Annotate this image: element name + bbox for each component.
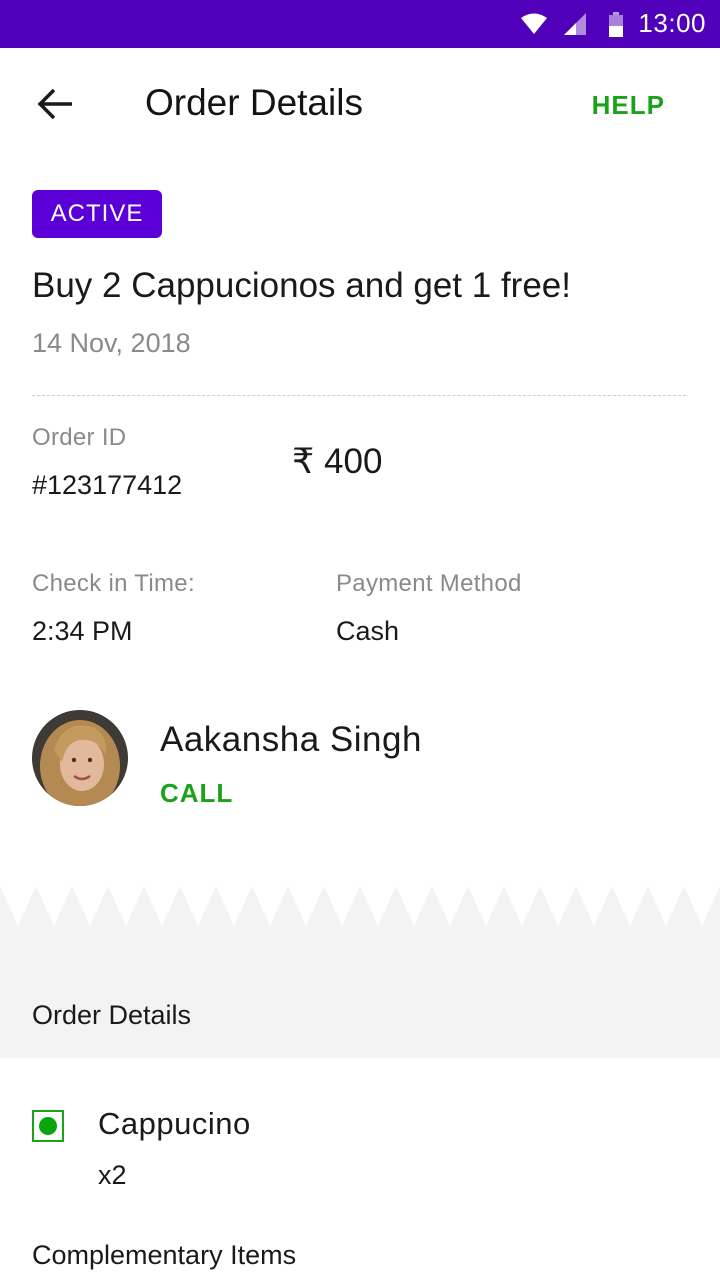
- complementary-items-title: Complementary Items: [32, 1240, 297, 1270]
- payment-method-label: Payment Method: [336, 570, 522, 597]
- item-quantity: x2: [98, 1160, 127, 1190]
- order-card: ACTIVE Buy 2 Cappucionos and get 1 free!…: [0, 160, 720, 884]
- page-title: Order Details: [145, 82, 363, 123]
- customer-name: Aakansha Singh: [160, 720, 422, 759]
- call-button[interactable]: CALL: [160, 778, 233, 809]
- offer-title: Buy 2 Cappucionos and get 1 free!: [32, 266, 571, 305]
- back-arrow-icon[interactable]: [36, 84, 76, 124]
- item-name: Cappucino: [98, 1106, 251, 1141]
- order-id-label: Order ID: [32, 424, 127, 451]
- avatar: [32, 710, 128, 806]
- order-amount: ₹ 400: [292, 442, 382, 482]
- battery-icon: [608, 12, 624, 43]
- help-button[interactable]: HELP: [592, 90, 665, 121]
- checkin-time: 2:34 PM: [32, 616, 133, 646]
- status-bar: 13:00: [0, 0, 720, 48]
- status-time: 13:00: [638, 8, 706, 38]
- order-items-list: Cappucino x2 Complementary Items: [0, 1058, 720, 1280]
- cell-signal-icon: [562, 12, 588, 41]
- rupee-symbol: ₹: [292, 442, 315, 481]
- wifi-icon: [520, 12, 548, 41]
- section-title: Order Details: [32, 1000, 192, 1030]
- checkin-label: Check in Time:: [32, 570, 195, 597]
- veg-indicator-icon: [32, 1110, 64, 1142]
- zigzag-divider: [0, 884, 720, 926]
- amount-value: 400: [324, 442, 383, 481]
- app-bar: Order Details HELP: [0, 48, 720, 160]
- order-details-section-header: Order Details: [0, 926, 720, 1058]
- order-date: 14 Nov, 2018: [32, 328, 191, 358]
- status-badge: ACTIVE: [32, 190, 162, 238]
- dashed-divider: [32, 395, 686, 396]
- veg-dot: [39, 1117, 57, 1135]
- payment-method-value: Cash: [336, 616, 400, 646]
- order-id-value: #123177412: [32, 470, 183, 500]
